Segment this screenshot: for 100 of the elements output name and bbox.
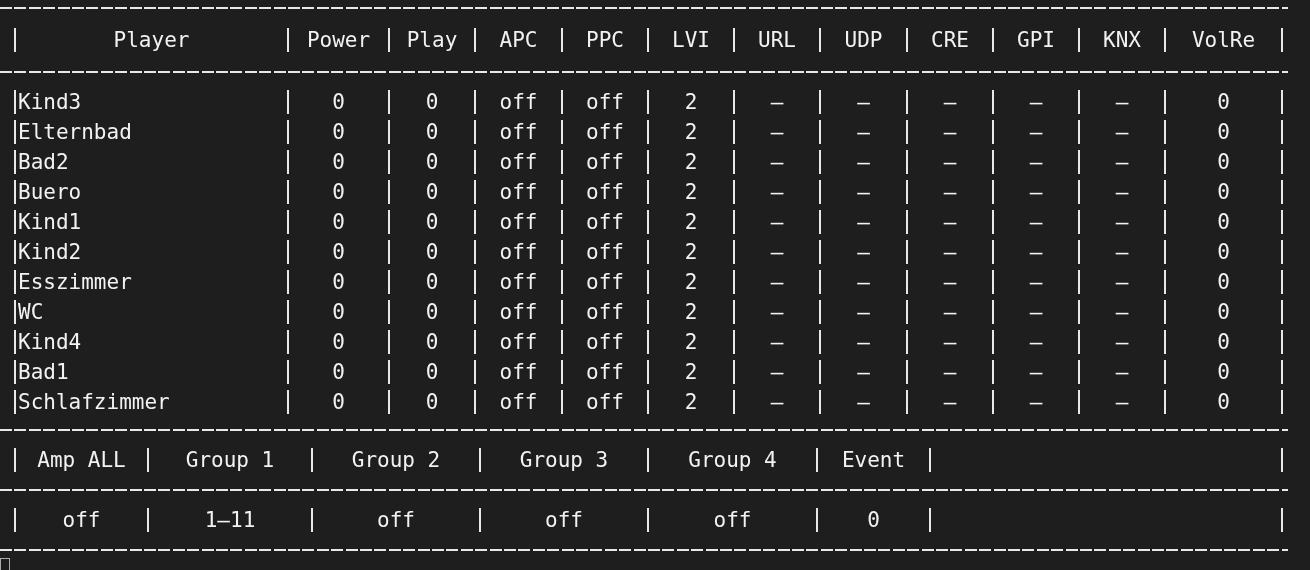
table-cell: 0 xyxy=(1164,240,1283,264)
table-cell: – xyxy=(992,90,1078,114)
table-cell: – xyxy=(819,120,906,144)
table-cell: – xyxy=(733,210,819,234)
table-cell: – xyxy=(992,240,1078,264)
table-cell: – xyxy=(819,210,906,234)
table-cell: off xyxy=(474,330,561,354)
table-cell: – xyxy=(819,90,906,114)
table-cell: Schlafzimmer xyxy=(14,390,287,414)
table-cell: 2 xyxy=(647,300,733,324)
table-cell: off xyxy=(561,360,647,384)
table-cell: – xyxy=(733,270,819,294)
column-header: LVI xyxy=(647,28,733,52)
table-cell: 0 xyxy=(287,150,388,174)
table-cell: – xyxy=(1078,90,1164,114)
table-cell: – xyxy=(1078,270,1164,294)
table-cell: 2 xyxy=(647,390,733,414)
table-cell: – xyxy=(1078,240,1164,264)
table-cell: 0 xyxy=(388,360,474,384)
table-cell: – xyxy=(992,150,1078,174)
table-cell: Bad2 xyxy=(14,150,287,174)
table-cell: 0 xyxy=(1164,270,1283,294)
table-cell: 0 xyxy=(287,330,388,354)
table-cell: off xyxy=(561,270,647,294)
table-cell: 2 xyxy=(647,330,733,354)
table-cell: – xyxy=(733,120,819,144)
column-header: VolRe xyxy=(1164,28,1283,52)
table-cell: off xyxy=(561,240,647,264)
table-cell: 0 xyxy=(388,330,474,354)
column-header: Group 1 xyxy=(147,448,311,472)
table-cell: – xyxy=(906,330,992,354)
table-cell: Kind2 xyxy=(14,240,287,264)
table-cell: 0 xyxy=(287,90,388,114)
table-cell: 2 xyxy=(647,180,733,204)
table-cell: – xyxy=(819,240,906,264)
table-cell: 0 xyxy=(1164,210,1283,234)
column-header: PPC xyxy=(561,28,647,52)
table-cell: off xyxy=(474,270,561,294)
table-cell: – xyxy=(819,330,906,354)
table-cell: 0 xyxy=(1164,360,1283,384)
column-header: KNX xyxy=(1078,28,1164,52)
cursor-icon xyxy=(0,558,10,570)
table-cell: 0 xyxy=(388,150,474,174)
column-header: APC xyxy=(474,28,561,52)
table-cell: – xyxy=(992,360,1078,384)
column-header: Group 3 xyxy=(479,448,647,472)
table-cell: 0 xyxy=(1164,120,1283,144)
table-cell: off xyxy=(561,150,647,174)
table-cell: 0 xyxy=(287,240,388,264)
table-cell: – xyxy=(906,210,992,234)
table-cell: off xyxy=(561,330,647,354)
table-cell: Kind3 xyxy=(14,90,287,114)
table-cell: – xyxy=(992,210,1078,234)
table-cell: off xyxy=(561,180,647,204)
table-cell: – xyxy=(733,330,819,354)
table-cell: 2 xyxy=(647,360,733,384)
table-cell: – xyxy=(733,180,819,204)
table-cell: – xyxy=(1078,210,1164,234)
column-header: Group 2 xyxy=(311,448,479,472)
table-cell: 0 xyxy=(287,210,388,234)
table-cell: off xyxy=(561,90,647,114)
table-cell: 0 xyxy=(388,90,474,114)
table-cell: Kind4 xyxy=(14,330,287,354)
table-cell: – xyxy=(906,240,992,264)
table-cell: – xyxy=(992,270,1078,294)
table-cell: – xyxy=(1078,390,1164,414)
table-cell: – xyxy=(906,300,992,324)
table-cell: Buero xyxy=(14,180,287,204)
table-cell: Elternbad xyxy=(14,120,287,144)
table-cell: – xyxy=(819,300,906,324)
table-cell: 0 xyxy=(287,270,388,294)
table-cell: 0 xyxy=(388,390,474,414)
table-cell: 0 xyxy=(1164,300,1283,324)
table-cell: 0 xyxy=(388,210,474,234)
table-cell: – xyxy=(906,120,992,144)
table-cell: – xyxy=(733,300,819,324)
table-cell: 0 xyxy=(388,180,474,204)
column-header: Player xyxy=(14,28,287,52)
column-header: URL xyxy=(733,28,819,52)
column-header: Amp ALL xyxy=(14,448,147,472)
table-cell: – xyxy=(1078,180,1164,204)
table-cell: – xyxy=(1078,150,1164,174)
table-cell: – xyxy=(819,150,906,174)
table-cell: off xyxy=(561,120,647,144)
column-header: Event xyxy=(816,448,929,472)
table-cell: Bad1 xyxy=(14,360,287,384)
table-cell: off xyxy=(474,240,561,264)
table-cell: – xyxy=(733,390,819,414)
table-cell: 0 xyxy=(287,360,388,384)
table-cell: – xyxy=(733,90,819,114)
table-cell: – xyxy=(819,360,906,384)
column-header: CRE xyxy=(906,28,992,52)
table-cell: – xyxy=(819,390,906,414)
table-cell: 2 xyxy=(647,210,733,234)
table-cell: off xyxy=(474,300,561,324)
table-cell: Esszimmer xyxy=(14,270,287,294)
column-header: Power xyxy=(287,28,388,52)
table-cell: 2 xyxy=(647,240,733,264)
table-cell: 0 xyxy=(388,300,474,324)
table-cell: off xyxy=(474,390,561,414)
